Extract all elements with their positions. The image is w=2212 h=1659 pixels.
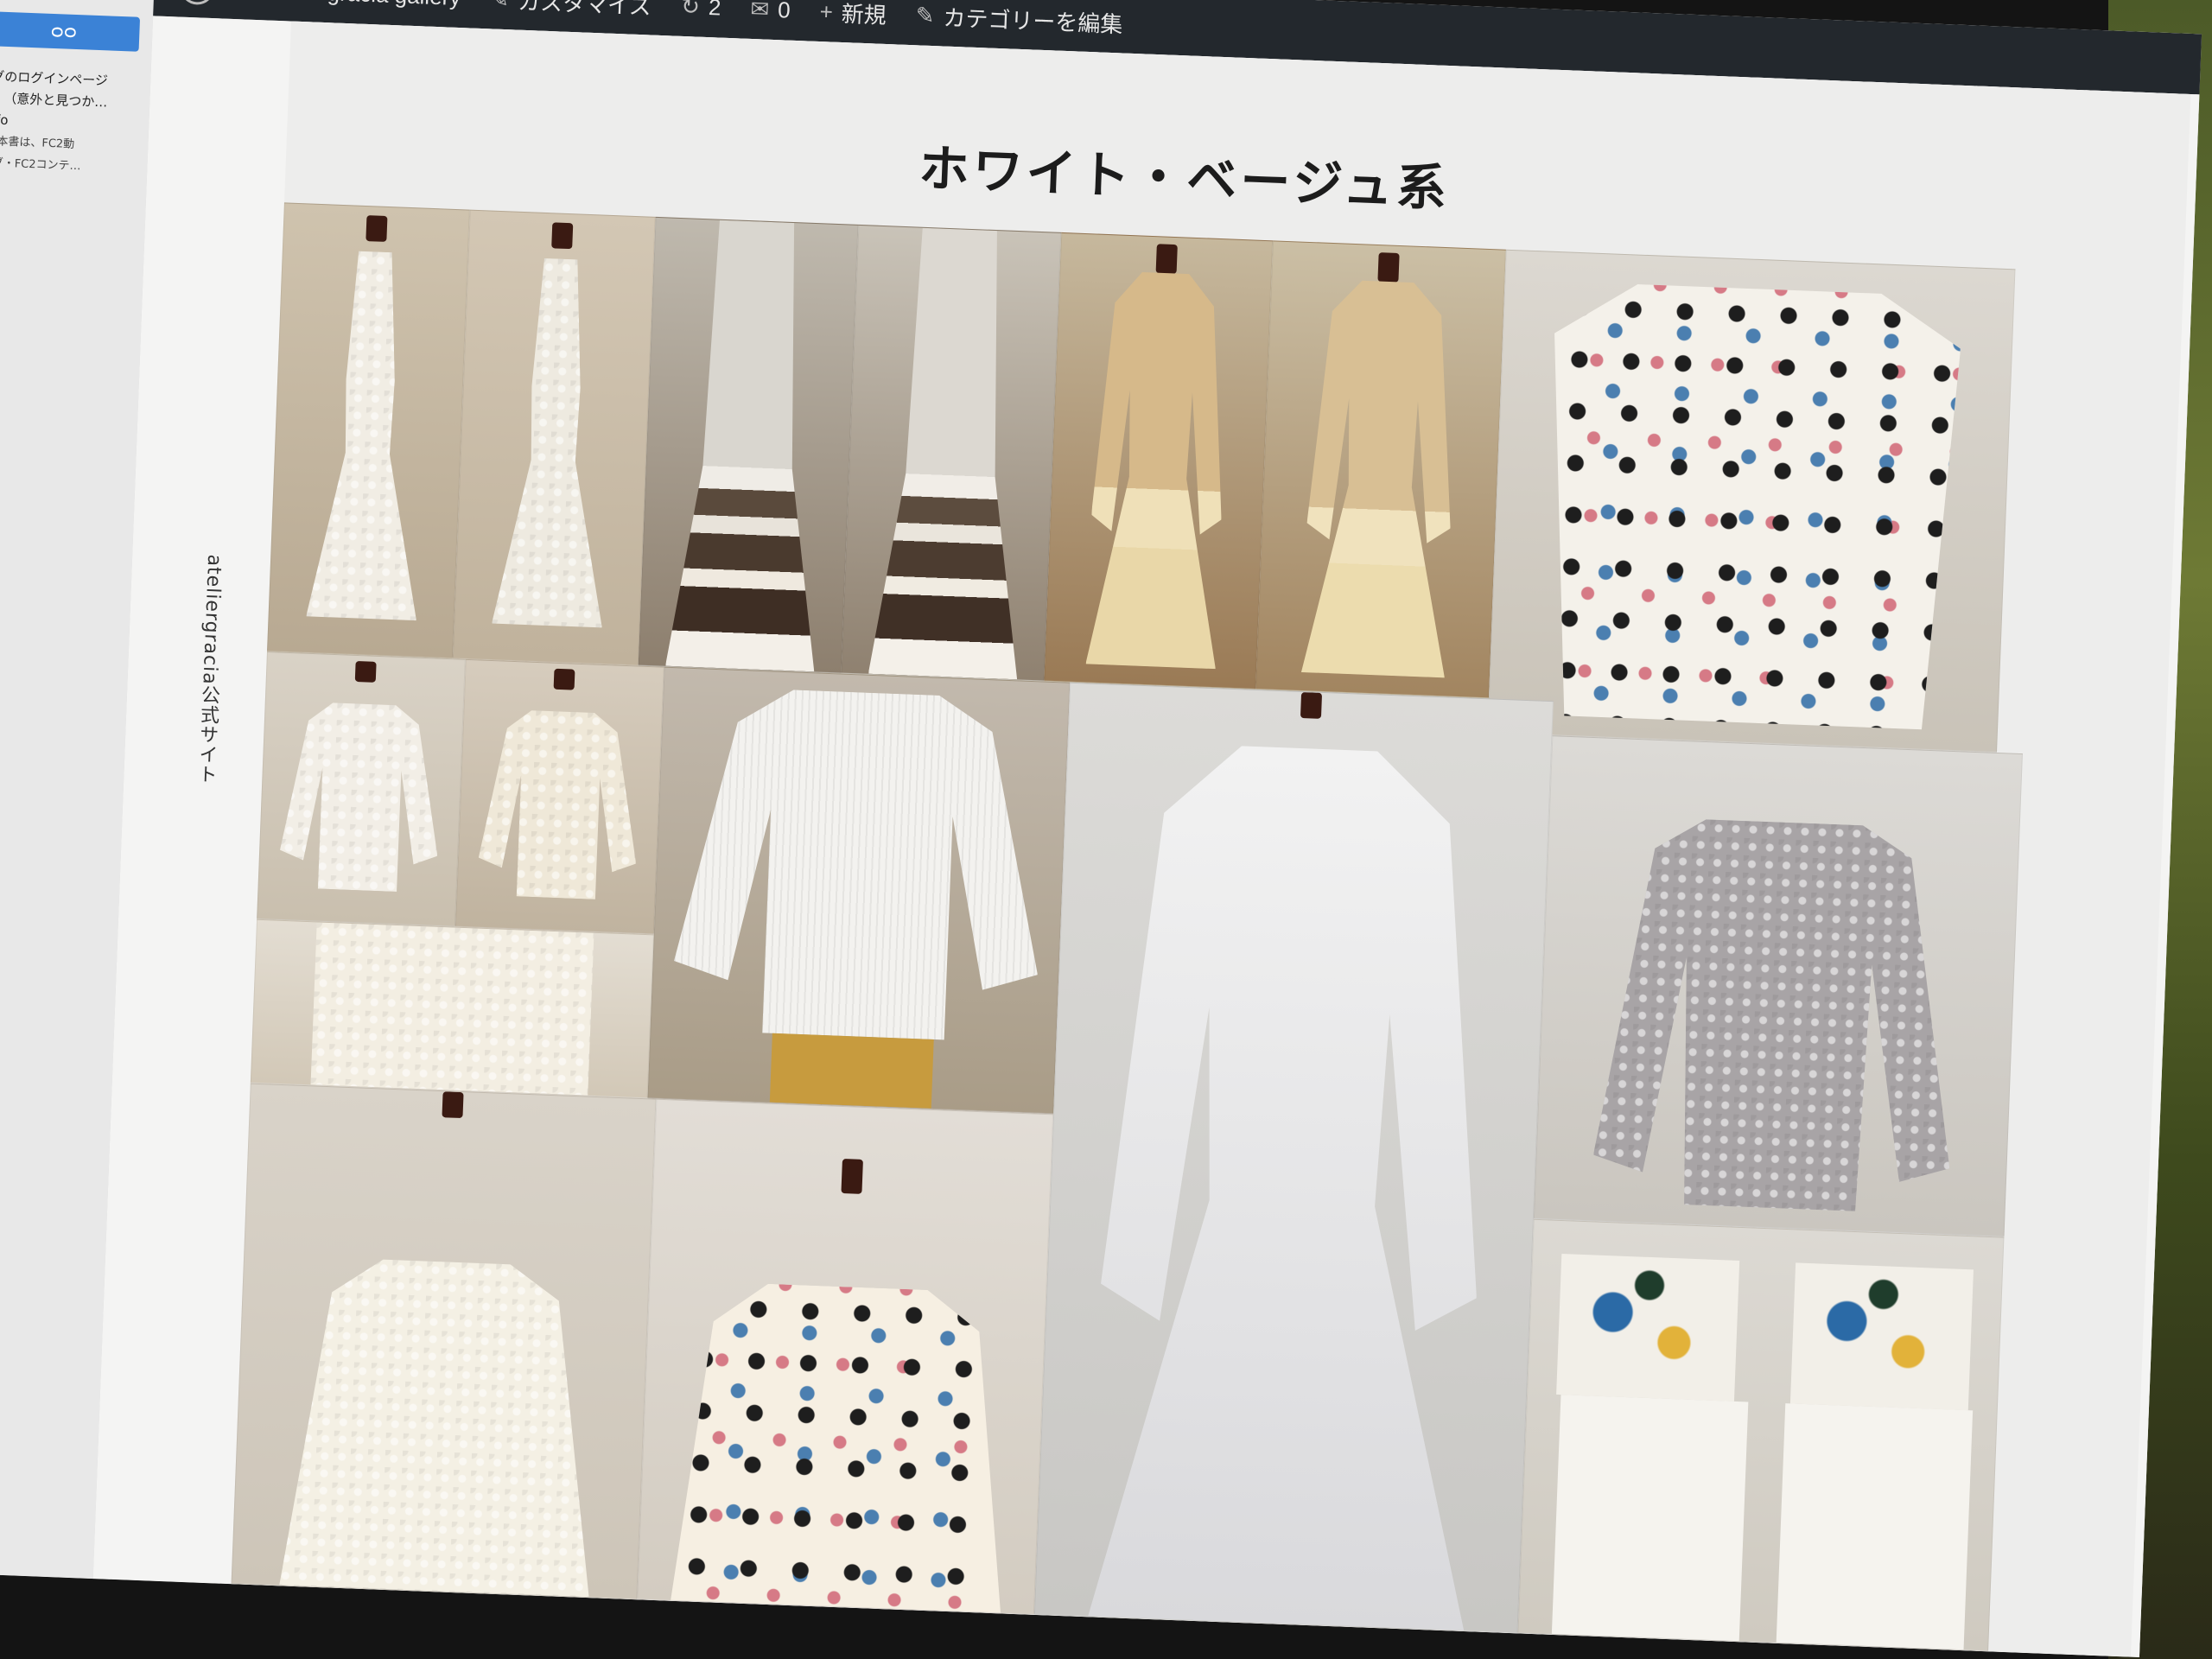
page-area: ateliergracia公式サイト ホワイト・ベージュ系 xyxy=(92,16,2202,1658)
edit-label: カテゴリーを編集 xyxy=(942,4,1123,37)
customize-link[interactable]: ✎ カスタマイズ xyxy=(490,0,652,21)
edit-category-link[interactable]: ✎ カテゴリーを編集 xyxy=(915,0,1123,39)
mannequin-neck xyxy=(1377,252,1400,283)
site-link-vertical[interactable]: ateliergracia公式サイト xyxy=(191,554,227,785)
wordpress-icon: W xyxy=(179,0,216,6)
wp-logo-menu[interactable]: W xyxy=(179,0,216,6)
blouse-shape xyxy=(671,685,1048,1043)
new-label: 新規 xyxy=(841,0,887,29)
mannequin-neck xyxy=(1300,691,1323,719)
skirt-shape xyxy=(769,1033,934,1109)
gallery-photo-floral-polka-vest[interactable] xyxy=(1487,249,2016,753)
main-content: ホワイト・ベージュ系 xyxy=(231,21,2191,1657)
floral-band-right xyxy=(1789,1262,1974,1410)
top-shape xyxy=(477,709,642,900)
plus-icon: + xyxy=(819,0,834,25)
refresh-icon: ↻ xyxy=(680,0,701,20)
side-pane-text: ブログのログインページ です！（意外と見つか… eo.info めに】本書は、F… xyxy=(0,65,148,180)
gallery-photo-ivory-lace-top[interactable] xyxy=(231,1083,657,1600)
brush-icon: ✎ xyxy=(490,0,510,13)
gallery-photo-white-ruffle-blouse[interactable] xyxy=(647,666,1071,1115)
glasses-icon: ᴑᴑ xyxy=(50,20,78,43)
gallery-photo-lace-blouse-skirt[interactable] xyxy=(454,658,664,935)
monitor-screen: ᴑᴑ ブログのログインページ です！（意外と見つか… eo.info めに】本書… xyxy=(0,0,2202,1658)
comment-icon: ✉ xyxy=(749,0,770,22)
dress-shape xyxy=(1085,270,1230,669)
house-icon: ⌂ xyxy=(244,0,258,3)
gallery-photo-lace-set-detail[interactable] xyxy=(250,918,654,1099)
vest-shape xyxy=(1540,281,1962,730)
gallery-photo-grey-lace-ruffle-top[interactable] xyxy=(1533,735,2023,1237)
gallery-photo-white-fringe-dress[interactable] xyxy=(1033,682,1554,1634)
top-shape xyxy=(276,1255,604,1599)
updates-link[interactable]: ↻ 2 xyxy=(681,0,721,21)
comments-link[interactable]: ✉ 0 xyxy=(750,0,791,23)
gallery-photo-floral-band-skirts[interactable] xyxy=(1517,1218,2005,1652)
site-name-menu[interactable]: ⌂ ateliergracia gallery xyxy=(244,0,461,11)
dress-shape xyxy=(1301,279,1460,678)
dress-shape xyxy=(492,257,616,627)
search-button[interactable]: ᴑᴑ xyxy=(0,11,141,52)
site-name: ateliergracia gallery xyxy=(266,0,461,11)
mannequin-neck xyxy=(841,1158,863,1194)
mannequin-neck xyxy=(1155,244,1178,275)
gallery-photo-white-ruffle-gown-back[interactable] xyxy=(452,209,656,666)
gallery-photo-floral-bodice[interactable] xyxy=(637,1098,1054,1615)
top-shape xyxy=(669,1281,1014,1615)
skirt-shape xyxy=(868,226,1034,679)
dress-shape xyxy=(306,250,430,620)
photo-gallery xyxy=(231,202,2158,1656)
pencil-icon: ✎ xyxy=(915,1,936,29)
dress-shape xyxy=(1088,741,1497,1630)
gallery-photo-lace-skirt-brown-ruffles-back[interactable] xyxy=(841,224,1062,682)
mannequin-neck xyxy=(442,1091,464,1119)
mannequin-neck xyxy=(550,222,573,250)
mannequin-neck xyxy=(553,668,575,690)
mannequin-neck xyxy=(354,660,377,683)
top-shape xyxy=(1592,816,1963,1215)
gallery-photo-lace-blouse[interactable] xyxy=(257,651,466,927)
skirt-shape xyxy=(665,219,831,671)
skirt-shape-right xyxy=(1776,1402,1974,1650)
detail-shape xyxy=(310,922,594,1096)
skirt-shape-left xyxy=(1551,1394,1749,1642)
floral-band-left xyxy=(1555,1254,1740,1402)
gallery-photo-beige-dress[interactable] xyxy=(1044,232,1274,690)
comments-count: 0 xyxy=(777,0,791,23)
top-shape xyxy=(278,701,443,893)
gallery-photo-white-ruffle-gown[interactable] xyxy=(267,202,470,659)
gallery-photo-lace-skirt-brown-ruffles[interactable] xyxy=(638,216,859,674)
gallery-photo-beige-dress-piping[interactable] xyxy=(1255,240,1506,699)
customize-label: カスタマイズ xyxy=(517,0,652,20)
mannequin-neck xyxy=(365,215,387,242)
new-content-menu[interactable]: + 新規 xyxy=(819,0,887,29)
updates-count: 2 xyxy=(708,0,722,21)
